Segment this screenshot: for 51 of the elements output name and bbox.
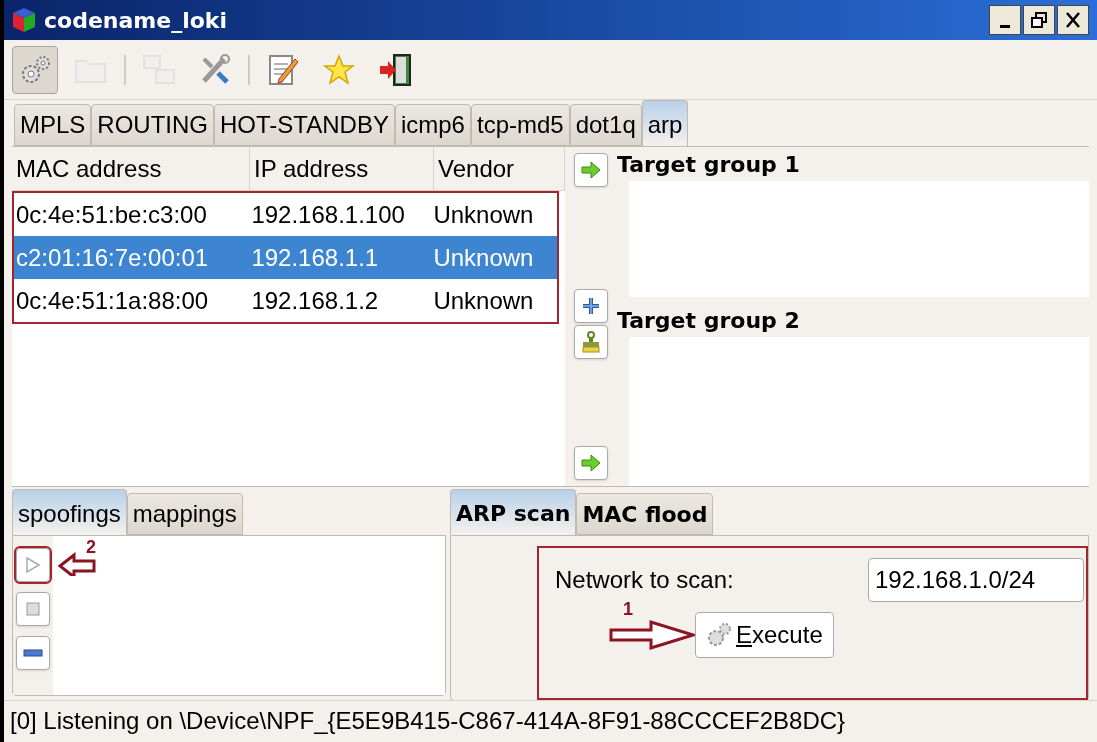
small-button[interactable] (574, 289, 608, 323)
column-header[interactable]: Vendor (434, 147, 565, 190)
status-bar: [0] Listening on \Device\NPF_{E5E9B415-C867-414A-8F91-88CCCEF2B8DC} (4, 700, 1097, 740)
execute-button[interactable]: Execute (695, 612, 834, 658)
minimize-icon (1000, 24, 1010, 28)
cube-logo-icon (12, 7, 36, 33)
tab[interactable]: arp (641, 100, 689, 146)
minus-icon (23, 649, 43, 657)
star-icon (323, 53, 355, 86)
tab[interactable]: MPLS (14, 104, 92, 146)
close-button[interactable] (1057, 5, 1089, 35)
brush-icon (580, 330, 602, 354)
tab[interactable]: HOT-STANDBY (214, 104, 395, 146)
plus-icon (581, 296, 601, 316)
small-button[interactable] (574, 153, 608, 187)
restore-button[interactable] (1023, 5, 1055, 35)
window-title: codename_loki (44, 6, 228, 35)
tab[interactable]: icmp6 (394, 104, 471, 146)
small-button[interactable] (574, 325, 608, 359)
tab[interactable]: ARP scan (450, 489, 577, 535)
annotation-number: 1 (623, 600, 633, 618)
arrow-right-icon (581, 161, 601, 179)
close-icon (1063, 10, 1083, 30)
column-header[interactable]: IP address (250, 147, 434, 190)
group-title: Target group 2 (617, 306, 801, 335)
tab[interactable]: spoofings (12, 489, 127, 535)
minimize-button[interactable] (989, 5, 1021, 35)
small-button[interactable] (16, 636, 50, 670)
notepad-pencil-icon (267, 52, 299, 87)
annotation-number: 2 (86, 538, 96, 556)
arrow-right-icon (581, 454, 601, 472)
play-icon (25, 556, 41, 574)
tab[interactable]: MAC flood (576, 493, 714, 535)
table-row[interactable]: 0c:4e:51:1a:88:00 192.168.1.2 Unknown (14, 279, 557, 322)
tab[interactable]: ROUTING (91, 104, 215, 146)
annotation-arrow-icon (609, 619, 695, 651)
tab[interactable]: tcp-md5 (470, 104, 570, 146)
restore-icon (1029, 10, 1049, 30)
table-row[interactable]: c2:01:16:7e:00:01 192.168.1.1 Unknown (14, 236, 557, 279)
tab[interactable]: dot1q (569, 104, 642, 146)
table-row[interactable]: 0c:4e:51:be:c3:00 192.168.1.100 Unknown (14, 193, 557, 236)
small-button[interactable] (574, 446, 608, 480)
field-label: Network to scan: (555, 565, 734, 595)
gears-icon (706, 622, 732, 648)
tab[interactable]: mappings (126, 493, 243, 535)
exit-door-icon (378, 52, 412, 87)
stop-icon (25, 601, 41, 617)
network-field[interactable]: 192.168.1.0/24 (868, 558, 1084, 602)
annotation-arrow-icon (58, 552, 98, 576)
column-header[interactable]: MAC address (12, 147, 250, 190)
group-title: Target group 1 (617, 150, 801, 179)
